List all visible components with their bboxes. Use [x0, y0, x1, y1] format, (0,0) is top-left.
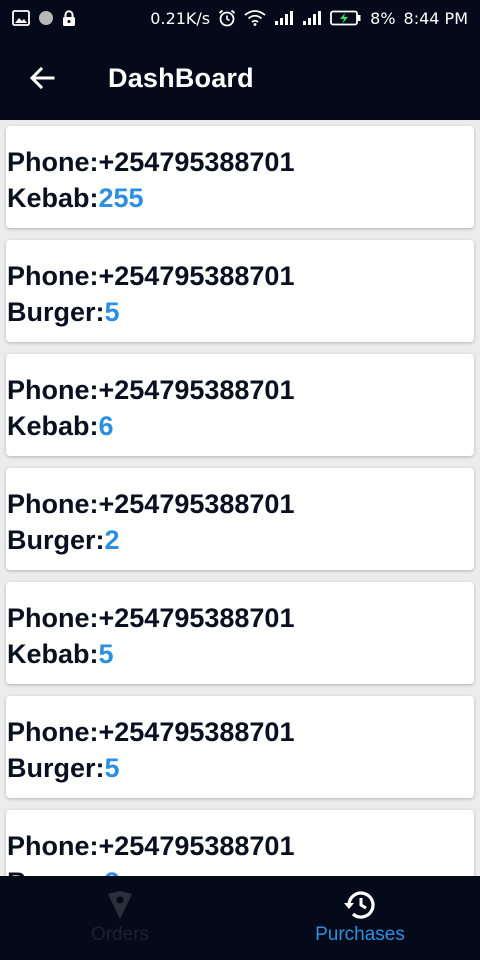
item-label: Kebab: — [7, 183, 99, 213]
order-card[interactable]: Phone:+254795388701 Kebab:5 — [6, 582, 474, 684]
item-quantity: 255 — [98, 183, 144, 213]
phone-line: Phone:+254795388701 — [7, 486, 474, 522]
nav-orders-label: Orders — [90, 924, 150, 945]
image-icon — [12, 10, 30, 26]
item-quantity: 3 — [105, 867, 120, 876]
phone-line: Phone:+254795388701 — [7, 714, 474, 750]
nav-purchases-label: Purchases — [315, 924, 405, 945]
signal-icon — [303, 11, 322, 25]
item-line: Burger:2 — [7, 522, 474, 558]
item-line: Kebab:5 — [7, 636, 474, 672]
phone-number: +254795388701 — [98, 375, 295, 405]
phone-line: Phone:+254795388701 — [7, 828, 474, 864]
phone-number: +254795388701 — [98, 261, 295, 291]
item-label: Burger: — [7, 297, 105, 327]
net-speed: 0.21K/s — [150, 8, 211, 28]
item-label: Kebab: — [7, 411, 99, 441]
phone-label: Phone: — [7, 261, 99, 291]
item-quantity: 5 — [104, 297, 120, 327]
alarm-icon — [219, 9, 236, 27]
arrow-left-icon — [29, 66, 55, 90]
status-right: 0.21K/s 8% 8:44 PM — [150, 9, 468, 28]
phone-label: Phone: — [7, 147, 99, 177]
location-pin-icon — [108, 891, 132, 919]
item-line: Burger:3 — [7, 864, 474, 876]
wifi-icon — [244, 10, 266, 26]
phone-line: Phone:+254795388701 — [7, 144, 474, 180]
orders-list[interactable]: Phone:+254795388701 Kebab:255 Phone:+254… — [0, 120, 480, 876]
circle-icon — [39, 11, 53, 25]
phone-label: Phone: — [7, 603, 99, 633]
item-quantity: 5 — [104, 753, 120, 783]
app-bar: DashBoard — [0, 36, 480, 120]
status-left-icons — [12, 10, 76, 26]
phone-label: Phone: — [7, 831, 99, 861]
item-line: Kebab:255 — [7, 180, 474, 216]
back-button[interactable] — [14, 50, 70, 106]
phone-label: Phone: — [7, 489, 99, 519]
order-card[interactable]: Phone:+254795388701 Burger:5 — [6, 696, 474, 798]
item-label: Burger: — [7, 867, 105, 876]
order-card[interactable]: Phone:+254795388701 Kebab:255 — [6, 126, 474, 228]
item-quantity: 5 — [98, 639, 114, 669]
item-label: Kebab: — [7, 639, 99, 669]
signal-icon — [275, 11, 294, 25]
item-line: Kebab:6 — [7, 408, 474, 444]
phone-label: Phone: — [7, 717, 99, 747]
phone-number: +254795388701 — [98, 147, 295, 177]
item-quantity: 6 — [98, 411, 114, 441]
phone-label: Phone: — [7, 375, 99, 405]
status-bar: 0.21K/s 8% 8:44 PM — [0, 0, 480, 36]
phone-line: Phone:+254795388701 — [7, 258, 474, 294]
item-quantity: 2 — [104, 525, 120, 555]
phone-number: +254795388701 — [98, 831, 295, 861]
item-line: Burger:5 — [7, 750, 474, 786]
order-card[interactable]: Phone:+254795388701 Burger:5 — [6, 240, 474, 342]
order-card[interactable]: Phone:+254795388701 Burger:2 — [6, 468, 474, 570]
nav-orders[interactable]: Orders — [0, 876, 240, 960]
phone-line: Phone:+254795388701 — [7, 600, 474, 636]
nav-purchases[interactable]: Purchases — [240, 876, 480, 960]
phone-number: +254795388701 — [98, 717, 295, 747]
phone-number: +254795388701 — [98, 489, 295, 519]
page-title: DashBoard — [108, 62, 254, 93]
order-card[interactable]: Phone:+254795388701 Kebab:6 — [6, 354, 474, 456]
order-card[interactable]: Phone:+254795388701 Burger:3 — [6, 810, 474, 876]
item-label: Burger: — [7, 753, 105, 783]
phone-number: +254795388701 — [98, 603, 295, 633]
lock-icon — [63, 10, 75, 26]
clock: 8:44 PM — [403, 8, 468, 28]
battery-level: 8% — [370, 8, 396, 28]
history-icon — [344, 891, 375, 919]
phone-line: Phone:+254795388701 — [7, 372, 474, 408]
battery-charging-icon — [330, 10, 361, 26]
bottom-navigation: Orders Purchases — [0, 876, 480, 960]
item-label: Burger: — [7, 525, 105, 555]
item-line: Burger:5 — [7, 294, 474, 330]
